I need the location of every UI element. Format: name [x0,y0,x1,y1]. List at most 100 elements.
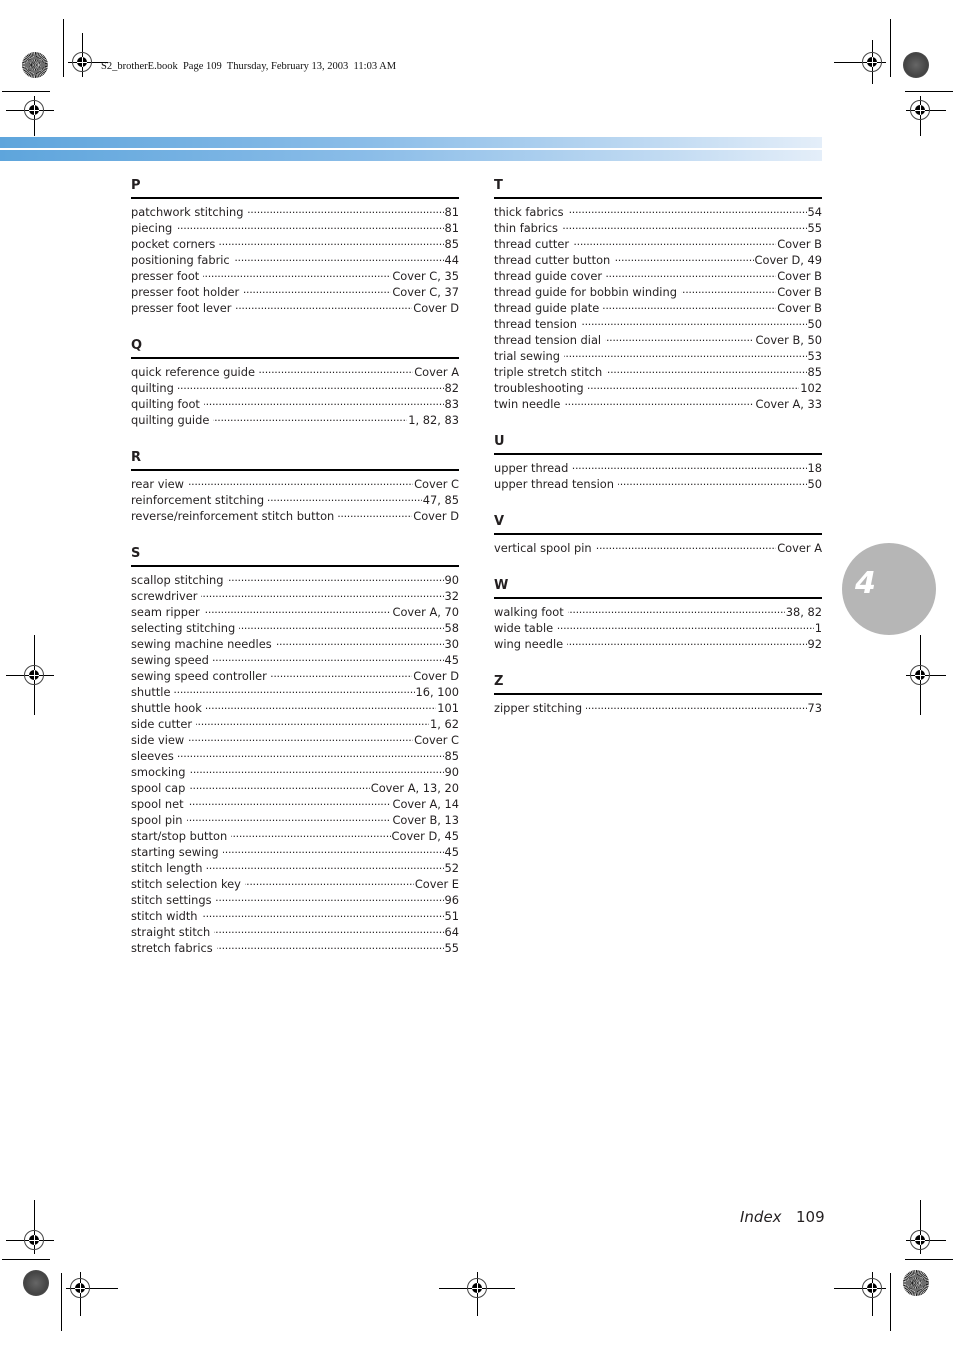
entry-pages: 38, 82 [785,605,822,619]
entry-term: sewing machine needles [131,637,272,651]
entry-term: piecing [131,221,173,235]
entry-term: sleeves [131,749,174,763]
entry-pages: Cover D [413,669,459,683]
entry-term: start/stop button [131,829,228,843]
dot-leader [271,668,412,680]
entry-term: thread guide plate [494,301,600,315]
index-entry: quick reference guide Cover A [131,364,459,380]
index-entry: wing needle 92 [494,636,822,652]
section-rule [494,453,822,455]
index-entry: thread cutter Cover B [494,236,822,252]
index-entry: stitch settings 96 [131,892,459,908]
crop-mark [890,1273,891,1331]
entry-term: stitch selection key [131,877,241,891]
dot-leader [201,588,443,600]
index-entry: stretch fabrics 55 [131,940,459,956]
dot-leader [268,492,422,504]
entry-term: smocking [131,765,186,779]
entry-pages: Cover C, 37 [392,285,459,299]
index-entry: spool cap Cover A, 13, 20 [131,780,459,796]
entry-term: sewing speed controller [131,669,267,683]
entry-term: spool pin [131,813,183,827]
index-entry: quilting guide 1, 82, 83 [131,412,459,428]
index-entry: sewing speed controller Cover D [131,668,459,684]
entry-term: vertical spool pin [494,541,592,555]
crop-mark [63,19,64,77]
entry-term: shuttle [131,685,171,699]
section-rule [131,565,459,567]
entry-term: starting sewing [131,845,219,859]
index-section: Uupper thread 18 upper thread tension 50 [494,434,822,492]
color-registration-wheel-icon [22,52,48,78]
entry-term: stretch fabrics [131,941,213,955]
dot-leader [573,236,776,248]
index-section: Tthick fabrics54thin fabrics55thread cut… [494,178,822,412]
dot-leader [681,284,776,296]
entry-pages: Cover B, 50 [755,333,822,347]
index-section: Qquick reference guideCover Aquilting82q… [131,338,459,428]
entry-term: presser foot holder [131,285,240,299]
dot-leader [178,748,444,760]
dot-leader [227,572,443,584]
entry-pages: 81 [444,205,460,219]
entry-pages: 30 [444,637,460,651]
entry-pages: Cover E [414,877,459,891]
entry-term: thin fabrics [494,221,558,235]
index-entry: positioning fabric 44 [131,252,459,268]
dot-leader [245,876,414,888]
entry-pages: 73 [807,701,823,715]
entry-term: side cutter [131,717,193,731]
entry-pages: Cover A [777,541,822,555]
entry-term: sewing speed [131,653,209,667]
index-entry: side cutter 1, 62 [131,716,459,732]
entry-term: wide table [494,621,554,635]
index-entry: zipper stitching 73 [494,700,822,716]
entry-term: screwdriver [131,589,198,603]
index-entry: straight stitch 64 [131,924,459,940]
index-entry: seam ripper Cover A, 70 [131,604,459,620]
crop-mark [890,19,891,77]
dot-leader [202,908,444,920]
color-registration-wheel-icon [903,1270,929,1296]
section-rule [494,533,822,535]
entry-term: positioning fabric [131,253,230,267]
entry-pages: Cover C, 35 [392,269,459,283]
index-entry: shuttle 16, 100 [131,684,459,700]
entry-pages: 85 [807,365,823,379]
section-rule [131,197,459,199]
index-entry: thread tension 50 [494,316,822,332]
entry-term: wing needle [494,637,564,651]
entry-pages: Cover A, 33 [755,397,822,411]
entry-pages: 1, 82, 83 [408,413,459,427]
index-entry: starting sewing 45 [131,844,459,860]
section-rule [494,693,822,695]
dot-leader [188,796,392,808]
entry-term: thread cutter button [494,253,611,267]
entry-term: reverse/reinforcement stitch button [131,509,335,523]
entry-pages: 51 [444,909,460,923]
index-entry: side view Cover C [131,732,459,748]
index-entry: stitch selection key Cover E [131,876,459,892]
entry-term: seam ripper [131,605,200,619]
dot-leader [338,508,412,520]
section-rule [131,357,459,359]
entry-term: trial sewing [494,349,560,363]
entry-pages: 16, 100 [415,685,459,699]
entry-pages: Cover B [777,301,822,315]
entry-pages: 83 [444,397,460,411]
index-entry: thread guide plate Cover B [494,300,822,316]
dot-leader [564,348,807,360]
entry-pages: Cover A, 14 [392,797,459,811]
index-entry: sewing machine needles 30 [131,636,459,652]
entry-pages: 45 [444,845,460,859]
print-slug: S2_brotherE.book Page 109 Thursday, Febr… [101,61,397,72]
entry-term: patchwork stitching [131,205,244,219]
entry-pages: 81 [444,221,460,235]
index-entry: selecting stitching 58 [131,620,459,636]
entry-term: twin needle [494,397,561,411]
dot-leader [189,764,443,776]
crop-mark [2,91,50,92]
dot-leader [605,332,754,344]
index-entry: stitch width 51 [131,908,459,924]
dot-leader [572,460,806,472]
